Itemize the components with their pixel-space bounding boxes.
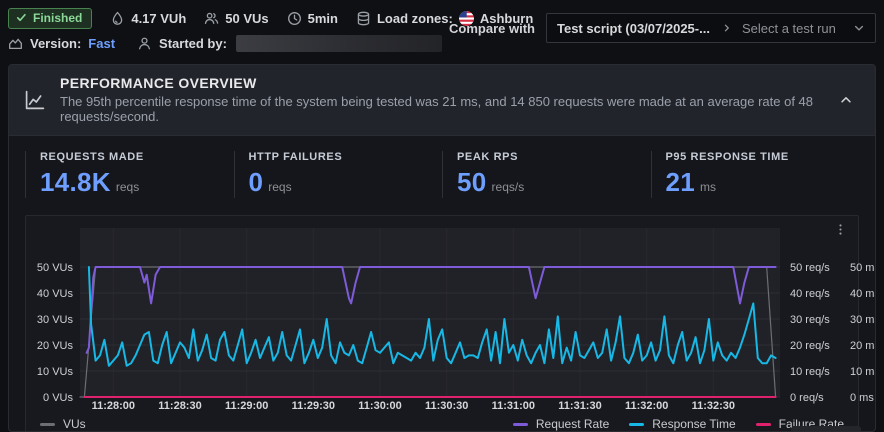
svg-text:50 ms: 50 ms [850, 262, 876, 274]
svg-text:40 ms: 40 ms [850, 288, 876, 300]
svg-text:50 req/s: 50 req/s [790, 262, 830, 274]
svg-text:11:31:00: 11:31:00 [492, 400, 535, 412]
svg-text:10 VUs: 10 VUs [37, 366, 74, 378]
version-group: Version: Fast [8, 36, 115, 51]
svg-text:0 ms: 0 ms [850, 392, 874, 404]
check-icon [16, 12, 27, 23]
stat-p95-response-time: P95 RESPONSE TIME 21 ms [651, 151, 860, 198]
svg-text:11:28:00: 11:28:00 [92, 400, 135, 412]
started-by-group: Started by: [137, 35, 442, 52]
legend-item-vus[interactable]: VUs [40, 417, 86, 431]
chevron-right-icon [722, 23, 732, 33]
vuh-value: 4.17 VUh [131, 11, 186, 26]
svg-text:40 VUs: 40 VUs [37, 288, 74, 300]
svg-text:0 req/s: 0 req/s [790, 392, 824, 404]
svg-text:30 ms: 30 ms [850, 314, 876, 326]
compare-with-label: Compare with [449, 21, 535, 36]
svg-text:40 req/s: 40 req/s [790, 288, 830, 300]
vus-series-swatch [40, 423, 55, 426]
users-icon [204, 11, 219, 26]
next-section-peek [791, 426, 861, 431]
vus-metric: 50 VUs [204, 11, 268, 26]
svg-text:11:30:30: 11:30:30 [425, 400, 468, 412]
clock-icon [287, 11, 302, 26]
svg-text:11:32:30: 11:32:30 [692, 400, 735, 412]
svg-text:20 VUs: 20 VUs [37, 340, 74, 352]
load-zones-label: Load zones: [377, 11, 453, 26]
version-label: Version: [30, 36, 81, 51]
panel-title: PERFORMANCE OVERVIEW [60, 75, 820, 91]
compare-with-control: Compare with Test script (03/07/2025-...… [449, 13, 876, 43]
status-badge: Finished [8, 8, 92, 29]
chart-menu-kebab-icon[interactable] [830, 221, 851, 238]
stat-unit: ms [700, 180, 716, 194]
stat-label: REQUESTS MADE [40, 151, 234, 163]
vuh-metric: 4.17 VUh [110, 11, 186, 26]
panel-subtitle: The 95th percentile response time of the… [60, 94, 820, 124]
compare-run-placeholder[interactable]: Select a test run [742, 21, 853, 36]
svg-text:11:29:00: 11:29:00 [225, 400, 268, 412]
legend-label: VUs [63, 417, 86, 431]
svg-text:11:32:00: 11:32:00 [625, 400, 668, 412]
vus-value: 50 VUs [225, 11, 268, 26]
duration-metric: 5min [287, 11, 338, 26]
chevron-down-icon[interactable] [853, 22, 865, 34]
database-icon [356, 11, 371, 26]
stat-value: 0 [249, 167, 264, 198]
legend-label: Response Time [652, 417, 735, 431]
performance-chart[interactable]: 50 VUs 50 req/s 50 ms 40 VUs 40 req/s 40 ms 30… [26, 218, 876, 412]
svg-text:50 VUs: 50 VUs [37, 262, 74, 274]
overview-chart-card: 50 VUs50 req/s50 ms40 VUs40 req/s40 ms30… [25, 215, 859, 432]
performance-overview-header[interactable]: PERFORMANCE OVERVIEW The 95th percentile… [9, 65, 875, 136]
performance-overview-panel: PERFORMANCE OVERVIEW The 95th percentile… [8, 64, 876, 432]
svg-text:20 req/s: 20 req/s [790, 340, 830, 352]
legend-item-response-time[interactable]: Response Time [629, 417, 735, 431]
compare-test-run-select[interactable]: Test script (03/07/2025-... Select a tes… [546, 13, 876, 43]
stat-unit: reqs [268, 180, 291, 194]
svg-text:10 ms: 10 ms [850, 366, 876, 378]
started-by-label: Started by: [159, 36, 227, 51]
chart-trend-icon [8, 36, 23, 51]
stat-unit: reqs [116, 180, 139, 194]
stat-label: P95 RESPONSE TIME [666, 151, 860, 163]
svg-text:30 VUs: 30 VUs [37, 314, 74, 326]
chevron-up-icon [839, 93, 853, 107]
svg-text:10 req/s: 10 req/s [790, 366, 830, 378]
svg-text:30 req/s: 30 req/s [790, 314, 830, 326]
stat-unit: reqs/s [492, 180, 525, 194]
svg-text:11:30:00: 11:30:00 [358, 400, 401, 412]
stat-value: 14.8K [40, 167, 111, 198]
panel-header-text: PERFORMANCE OVERVIEW The 95th percentile… [60, 75, 820, 124]
started-by-redacted-value [236, 35, 442, 52]
stat-value: 21 [666, 167, 696, 198]
svg-text:0 VUs: 0 VUs [43, 392, 73, 404]
request-rate-series-swatch [513, 423, 528, 426]
stat-label: HTTP FAILURES [249, 151, 443, 163]
stat-http-failures: HTTP FAILURES 0 reqs [234, 151, 443, 198]
svg-text:20 ms: 20 ms [850, 340, 876, 352]
stat-peak-rps: PEAK RPS 50 reqs/s [442, 151, 651, 198]
version-value-link[interactable]: Fast [88, 36, 115, 51]
response-time-series-swatch [629, 423, 644, 426]
svg-text:11:29:30: 11:29:30 [292, 400, 335, 412]
stat-value: 50 [457, 167, 487, 198]
test-run-meta-bar-2: Version: Fast Started by: [8, 35, 442, 52]
svg-text:11:31:30: 11:31:30 [558, 400, 601, 412]
line-chart-icon [23, 88, 47, 112]
legend-item-request-rate[interactable]: Request Rate [513, 417, 609, 431]
status-badge-label: Finished [33, 11, 82, 25]
compare-selected-test[interactable]: Test script (03/07/2025-... [557, 21, 710, 36]
svg-text:11:28:30: 11:28:30 [158, 400, 201, 412]
stat-requests-made: REQUESTS MADE 14.8K reqs [25, 151, 234, 198]
collapse-panel-button[interactable] [833, 89, 859, 111]
failure-rate-series-swatch [756, 423, 771, 426]
legend-label: Request Rate [536, 417, 609, 431]
chart-legend: VUs Request Rate Response Time Failure R… [26, 412, 858, 432]
duration-value: 5min [308, 11, 338, 26]
person-icon [137, 36, 152, 51]
stats-row: REQUESTS MADE 14.8Kreqs HTTP FAILURES 0r… [9, 136, 875, 215]
flame-icon [110, 11, 125, 26]
stat-label: PEAK RPS [457, 151, 651, 163]
